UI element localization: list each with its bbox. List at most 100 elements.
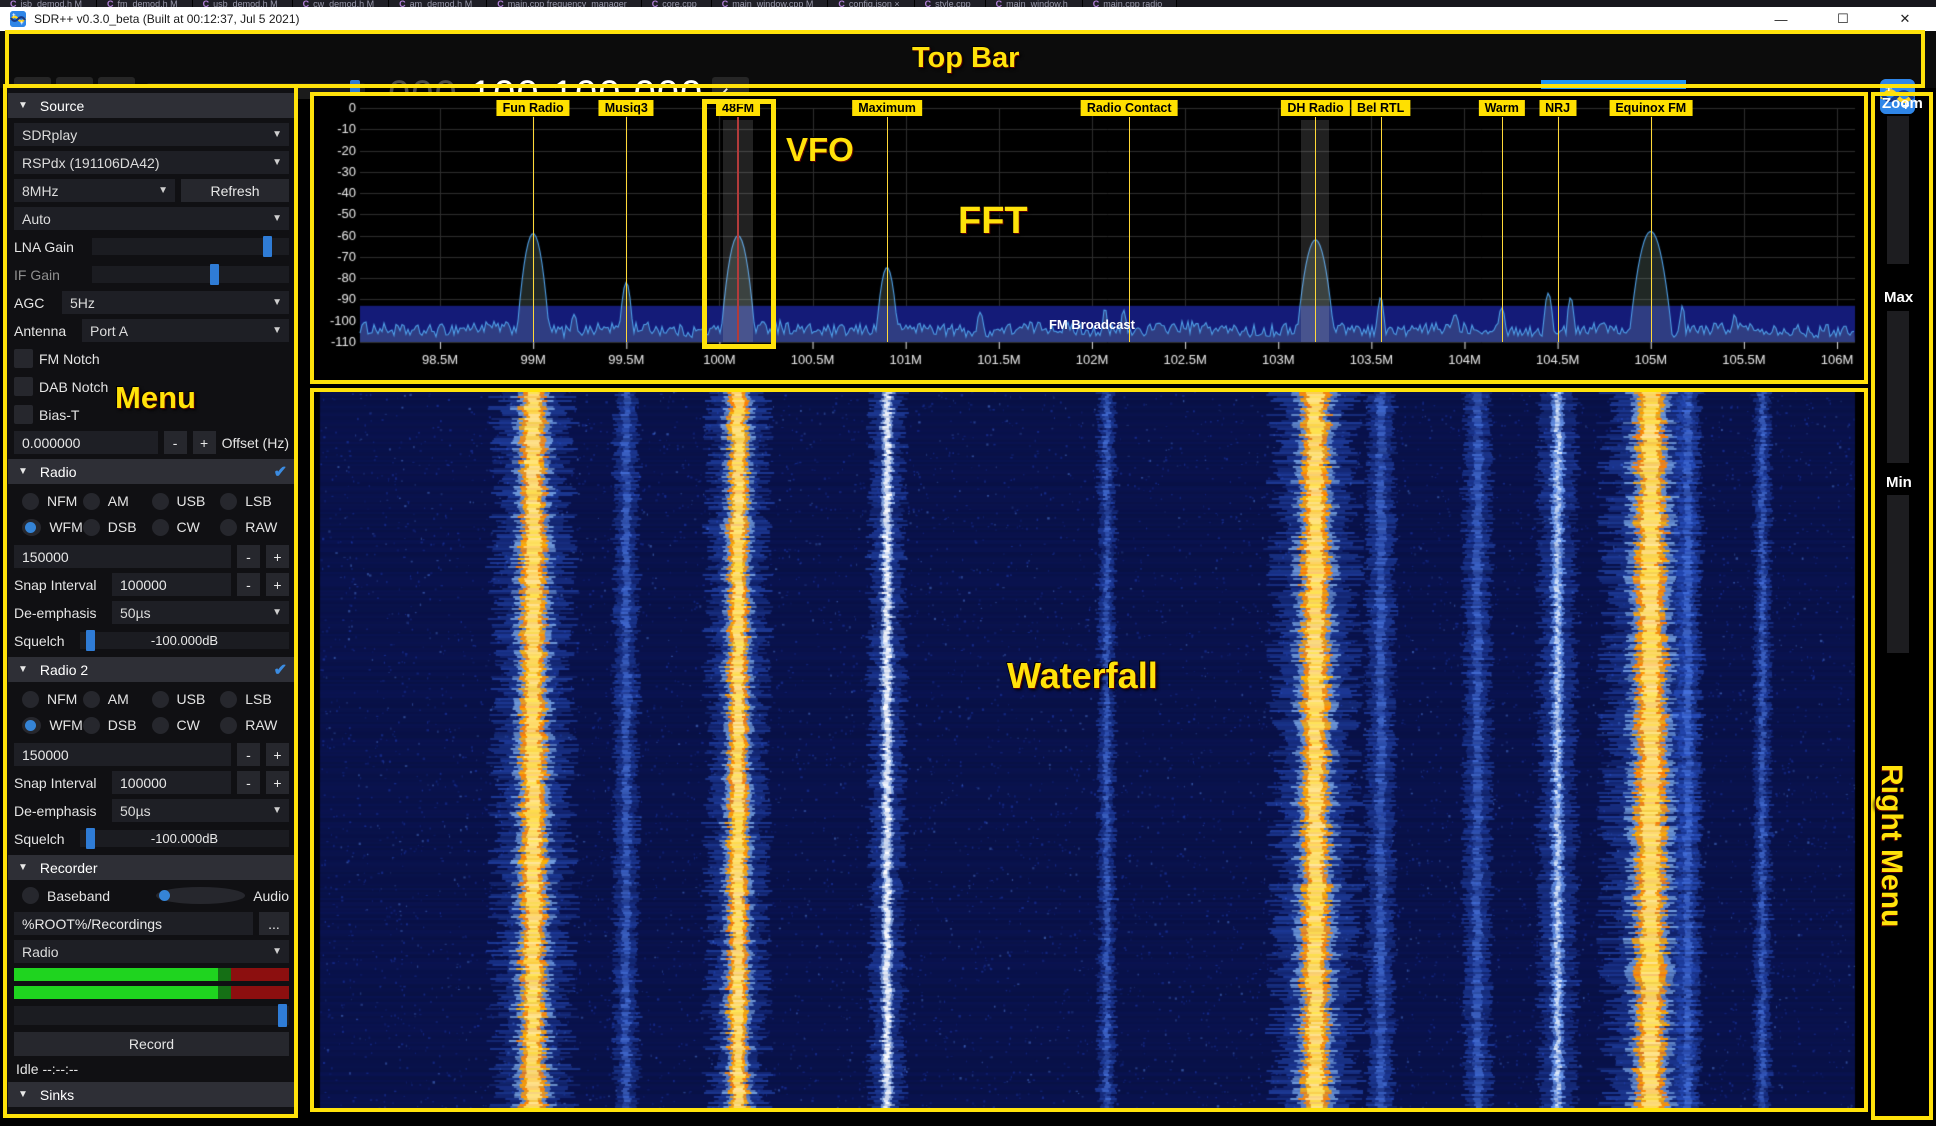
station-label[interactable]: DH Radio [1281, 100, 1349, 116]
fft-canvas[interactable] [312, 92, 1866, 384]
radio2-snap-input[interactable]: 100000 [112, 771, 231, 794]
mode-am[interactable]: AM [83, 686, 152, 712]
deemphasis-select[interactable]: 50µs▼ [112, 799, 289, 822]
fm-notch-checkbox[interactable] [14, 349, 33, 368]
section-sinks[interactable]: ▼Sinks [8, 1082, 295, 1107]
slider-handle[interactable] [278, 1004, 287, 1027]
station-label[interactable]: NRJ [1539, 100, 1576, 116]
editor-tab: Cmain.cpp radio [1083, 0, 1178, 7]
offset-plus-button[interactable]: + [193, 431, 216, 454]
station-marker-line [1651, 117, 1652, 342]
station-label[interactable]: Radio Contact [1081, 100, 1178, 116]
offset-input[interactable]: 0.000000 [14, 431, 158, 454]
radio1-bandwidth-input[interactable]: 150000 [14, 545, 231, 568]
bandwidth-plus-button[interactable]: + [266, 545, 289, 568]
bias-t-checkbox[interactable] [14, 405, 33, 424]
max-slider-label: Max [1884, 289, 1913, 306]
editor-tab: Cmain.cpp frequency_manager [487, 0, 642, 7]
mode-raw[interactable]: RAW [220, 712, 289, 738]
editor-tab: Cam_demod.h M [389, 0, 487, 7]
fft-range-bar[interactable] [1541, 80, 1686, 89]
section-recorder[interactable]: ▼Recorder [8, 855, 295, 880]
station-label[interactable]: Bel RTL [1351, 100, 1410, 116]
radio-dot [83, 493, 100, 510]
bandwidth-plus-button[interactable]: + [266, 743, 289, 766]
waterfall-display[interactable] [312, 388, 1866, 1111]
source-device-select[interactable]: RSPdx (191106DA42)▼ [14, 151, 289, 174]
section-source[interactable]: ▼Source [8, 93, 295, 118]
station-label[interactable]: Musiq3 [599, 100, 654, 116]
snap-plus-button[interactable]: + [266, 573, 289, 596]
dab-notch-checkbox[interactable] [14, 377, 33, 396]
vu-meter-left [14, 968, 289, 981]
radio-dot [22, 691, 39, 708]
bandwidth-minus-button[interactable]: - [237, 743, 260, 766]
mode-lsb[interactable]: LSB [220, 488, 289, 514]
snap-interval-label: Snap Interval [14, 775, 106, 791]
vfo-center-line[interactable] [737, 117, 739, 342]
mode-cw[interactable]: CW [152, 514, 221, 540]
mode-wfm[interactable]: WFM [14, 712, 83, 738]
waterfall-canvas[interactable] [312, 388, 1866, 1111]
recording-path-input[interactable]: %ROOT%/Recordings [14, 912, 253, 935]
bandwidth-select[interactable]: 8MHz▼ [14, 179, 175, 202]
radio-dot [152, 691, 169, 708]
mode-usb[interactable]: USB [152, 488, 221, 514]
radio2-bandwidth-input[interactable]: 150000 [14, 743, 231, 766]
mode-wfm[interactable]: WFM [14, 514, 83, 540]
radio1-snap-input[interactable]: 100000 [112, 573, 231, 596]
squelch-slider[interactable]: -100.000dB [80, 632, 289, 649]
mode-raw[interactable]: RAW [220, 514, 289, 540]
fft-display[interactable]: Fun Radio Musiq3 48FM Maximum Radio Contact D… [312, 92, 1866, 384]
mode-am[interactable]: AM [83, 488, 152, 514]
max-slider[interactable] [1887, 311, 1909, 463]
station-label[interactable]: Fun Radio [497, 100, 570, 116]
snap-plus-button[interactable]: + [266, 771, 289, 794]
close-button[interactable]: ✕ [1874, 7, 1936, 31]
section-radio2[interactable]: ▼Radio 2✔ [8, 657, 295, 682]
station-label[interactable]: Equinox FM [1609, 100, 1692, 116]
station-label[interactable]: 48FM [716, 100, 760, 116]
titlebar[interactable]: ++ SDR++ v0.3.0_beta (Built at 00:12:37,… [0, 7, 1936, 31]
mode-lsb[interactable]: LSB [220, 686, 289, 712]
zoom-slider[interactable] [1887, 116, 1909, 264]
snap-minus-button[interactable]: - [237, 573, 260, 596]
mode-usb[interactable]: USB [152, 686, 221, 712]
editor-tab: Cstyle.cpp [915, 0, 986, 7]
if-gain-slider[interactable] [92, 266, 289, 283]
source-driver-select[interactable]: SDRplay▼ [14, 123, 289, 146]
slider-handle[interactable] [210, 264, 219, 285]
enabled-check-icon[interactable]: ✔ [274, 660, 287, 680]
recorder-stream-select[interactable]: Radio▼ [14, 940, 289, 963]
minimize-button[interactable]: — [1750, 7, 1812, 31]
station-label[interactable]: Maximum [852, 100, 922, 116]
bandwidth-minus-button[interactable]: - [237, 545, 260, 568]
refresh-button[interactable]: Refresh [181, 179, 289, 202]
snap-minus-button[interactable]: - [237, 771, 260, 794]
lna-gain-slider[interactable] [92, 238, 289, 255]
record-button[interactable]: Record [14, 1032, 289, 1056]
mode-nfm[interactable]: NFM [14, 488, 83, 514]
slider-handle[interactable] [263, 236, 272, 257]
section-radio[interactable]: ▼Radio✔ [8, 459, 295, 484]
squelch-slider[interactable]: -100.000dB [80, 830, 289, 847]
window-title: SDR++ v0.3.0_beta (Built at 00:12:37, Ju… [34, 12, 300, 26]
mode-cw[interactable]: CW [152, 712, 221, 738]
enabled-check-icon[interactable]: ✔ [274, 462, 287, 482]
antenna-select[interactable]: Port A▼ [82, 319, 289, 342]
mode-nfm[interactable]: NFM [14, 686, 83, 712]
mode-baseband[interactable]: Baseband [14, 884, 156, 907]
offset-minus-button[interactable]: - [164, 431, 187, 454]
mode-dsb[interactable]: DSB [83, 514, 152, 540]
agc-rate-select[interactable]: 5Hz▼ [62, 291, 289, 314]
min-slider[interactable] [1887, 495, 1909, 653]
deemphasis-select[interactable]: 50µs▼ [112, 601, 289, 624]
recorder-volume-slider[interactable] [14, 1006, 289, 1025]
browse-button[interactable]: ... [259, 912, 289, 935]
mode-dsb[interactable]: DSB [83, 712, 152, 738]
station-label[interactable]: Warm [1479, 100, 1525, 116]
radio-dot [220, 717, 237, 734]
agc-mode-select[interactable]: Auto▼ [14, 207, 289, 230]
mode-audio[interactable]: Audio [156, 884, 290, 907]
maximize-button[interactable]: ☐ [1812, 7, 1874, 31]
